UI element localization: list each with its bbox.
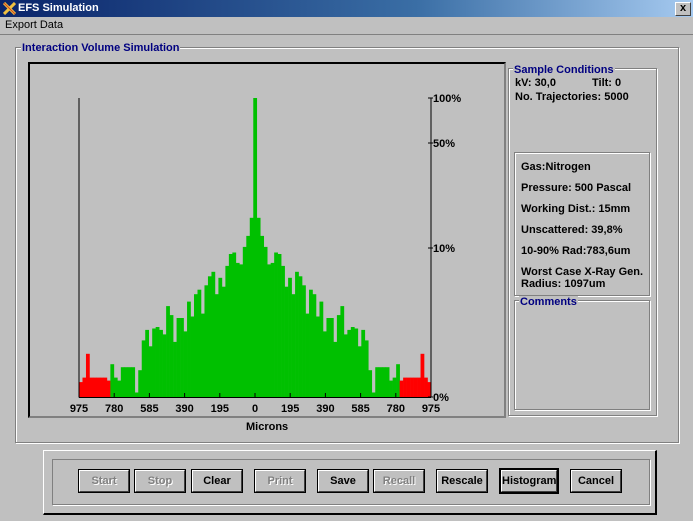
- pressure-value: Pressure: 500 Pascal: [521, 182, 632, 194]
- start-button[interactable]: Start: [79, 470, 129, 492]
- working-distance-value: Working Dist.: 15mm: [521, 203, 631, 215]
- cancel-button[interactable]: Cancel: [571, 470, 621, 492]
- recall-button[interactable]: Recall: [374, 470, 424, 492]
- rescale-button[interactable]: Rescale: [437, 470, 487, 492]
- menu-bar: Export Data: [0, 17, 693, 35]
- worst-case-line1: Worst Case X-Ray Gen.: [521, 266, 644, 278]
- comments-box[interactable]: [514, 300, 650, 410]
- efs-simulation-window: EFS Simulation x Export Data Interaction…: [0, 0, 693, 521]
- close-icon: x: [679, 2, 687, 14]
- kv-value: kV: 30,0: [515, 77, 556, 89]
- simulation-group-label: Interaction Volume Simulation: [21, 42, 181, 54]
- app-icon: [3, 2, 16, 15]
- print-button[interactable]: Print: [255, 470, 305, 492]
- stop-button[interactable]: Stop: [135, 470, 185, 492]
- histogram-button[interactable]: Histogram: [501, 470, 557, 492]
- sample-conditions-label: Sample Conditions: [513, 64, 615, 76]
- histogram-plot-area: [28, 62, 506, 418]
- clear-button[interactable]: Clear: [192, 470, 242, 492]
- worst-case-line2: Radius: 1097um: [521, 278, 606, 290]
- x-axis-label: Microns: [246, 421, 289, 433]
- trajectories-value: No. Trajectories: 5000: [515, 91, 629, 103]
- gas-value: Gas:Nitrogen: [521, 161, 591, 173]
- unscattered-value: Unscattered: 39,8%: [521, 224, 623, 236]
- save-button[interactable]: Save: [318, 470, 368, 492]
- radius-10-90-value: 10-90% Rad:783,6um: [521, 245, 631, 257]
- menu-export-data[interactable]: Export Data: [5, 19, 63, 31]
- title-bar[interactable]: EFS Simulation x: [0, 0, 693, 17]
- comments-label: Comments: [519, 296, 578, 308]
- tilt-value: Tilt: 0: [592, 77, 622, 89]
- window-title: EFS Simulation: [18, 2, 99, 14]
- close-button[interactable]: x: [675, 2, 691, 16]
